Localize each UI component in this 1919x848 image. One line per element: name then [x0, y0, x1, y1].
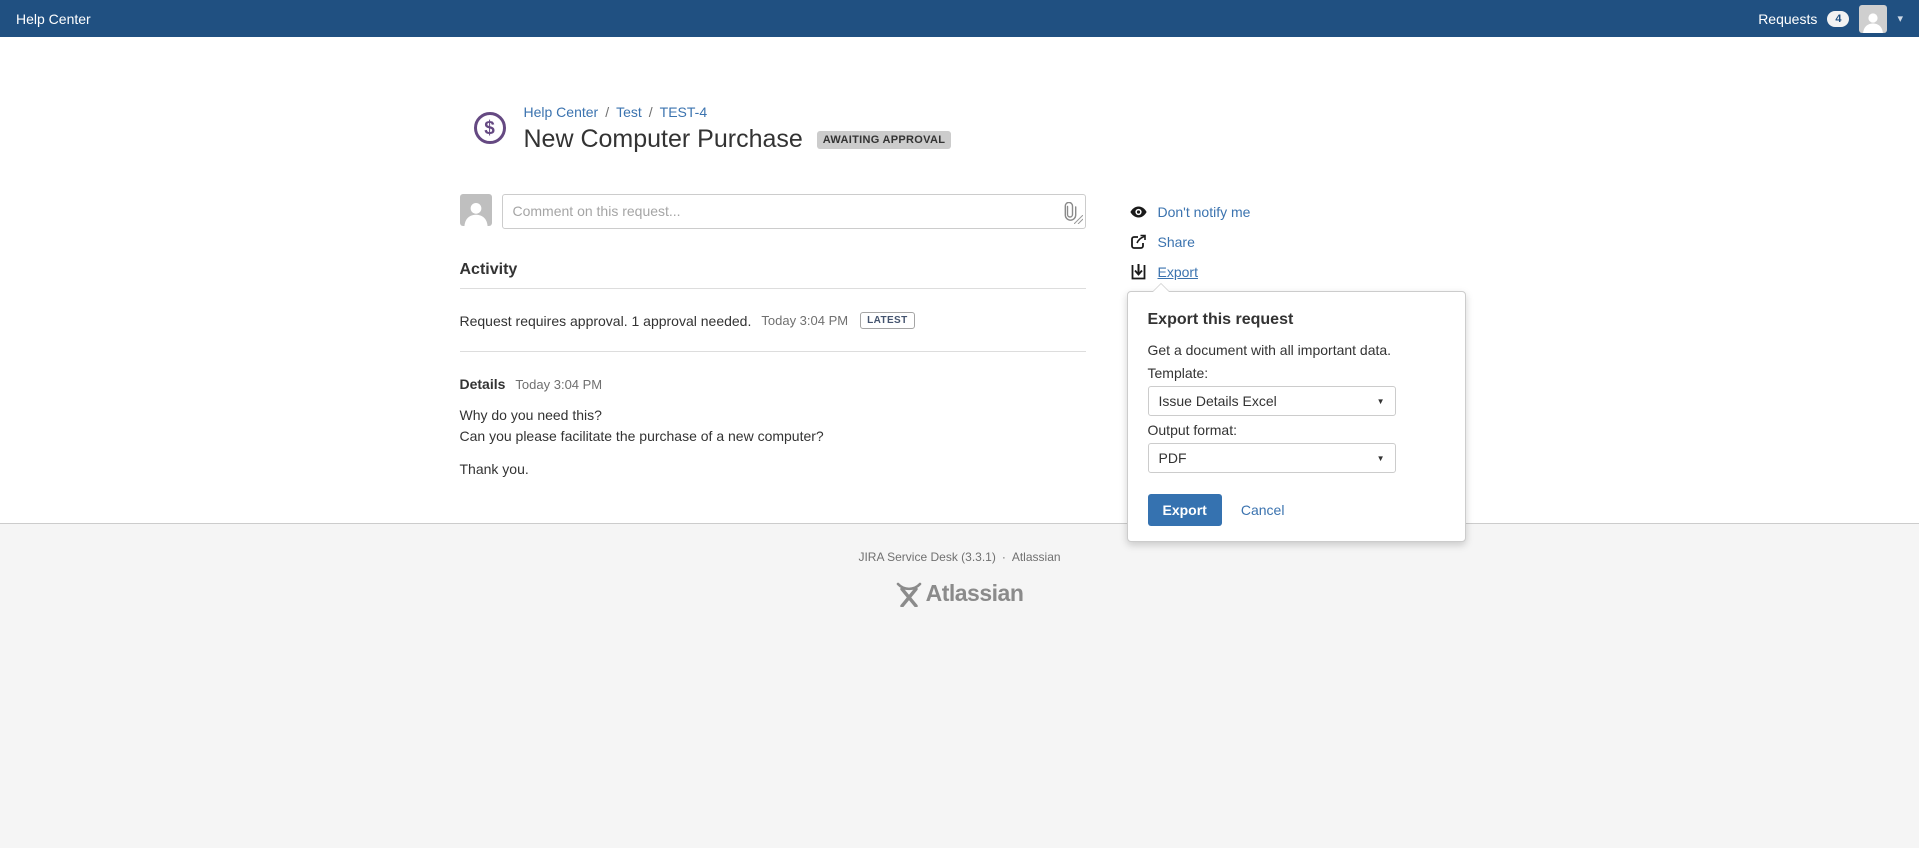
export-dialog: Export this request Get a document with … [1127, 291, 1466, 542]
avatar [460, 194, 492, 226]
atlassian-charlotte-icon [896, 581, 922, 607]
export-icon [1130, 264, 1147, 280]
person-icon [462, 200, 490, 226]
details-heading: Details [460, 376, 506, 392]
person-icon [1861, 11, 1885, 33]
eye-icon [1130, 206, 1147, 218]
share-icon [1130, 234, 1147, 250]
main-column: Activity Request requires approval. 1 ap… [460, 194, 1086, 480]
page-footer: JIRA Service Desk (3.3.1)·Atlassian Atla… [0, 523, 1919, 848]
details-timestamp: Today 3:04 PM [515, 377, 602, 392]
activity-event-row: Request requires approval. 1 approval ne… [460, 312, 1086, 329]
latest-badge: LATEST [860, 312, 915, 329]
request-type-dollar-icon: $ [474, 112, 506, 144]
request-actions-sidebar: Don't notify me Share [1130, 194, 1460, 480]
export-dialog-description: Get a document with all important data. [1148, 342, 1445, 358]
page-title: New Computer Purchase [524, 125, 803, 154]
approval-event-text: Request requires approval. 1 approval ne… [460, 313, 752, 329]
footer-atlassian-link[interactable]: Atlassian [1012, 550, 1061, 564]
footer-separator: · [996, 550, 1012, 564]
help-center-link[interactable]: Help Center [16, 11, 91, 27]
export-dialog-title: Export this request [1148, 311, 1445, 329]
footer-text: JIRA Service Desk (3.3.1)·Atlassian [0, 550, 1919, 564]
sidebar-item-share[interactable]: Share [1130, 232, 1460, 252]
sidebar-item-dont-notify[interactable]: Don't notify me [1130, 202, 1460, 222]
export-button[interactable]: Export [1148, 494, 1222, 526]
share-link[interactable]: Share [1158, 234, 1195, 250]
details-line: Can you please facilitate the purchase o… [460, 426, 1086, 447]
atlassian-logo-wordmark: Atlassian [926, 580, 1024, 607]
section-divider [460, 351, 1086, 352]
comment-input[interactable] [502, 194, 1086, 229]
breadcrumb-test[interactable]: Test [616, 104, 642, 120]
sidebar-item-export[interactable]: Export [1130, 262, 1460, 282]
activity-heading: Activity [460, 261, 1086, 289]
details-line: Why do you need this? [460, 405, 1086, 426]
output-format-select-value: PDF [1159, 450, 1187, 466]
requests-link[interactable]: Requests [1758, 11, 1817, 27]
user-avatar-menu[interactable] [1859, 5, 1887, 33]
status-badge: AWAITING APPROVAL [817, 131, 951, 149]
page-content: $ Help Center/Test/TEST-4 New Computer P… [460, 37, 1460, 523]
breadcrumb-separator: / [598, 104, 616, 120]
select-caret-icon: ▼ [1377, 454, 1385, 463]
top-navbar: Help Center Requests 4 ▾ [0, 0, 1919, 37]
event-timestamp: Today 3:04 PM [761, 313, 848, 328]
output-format-label: Output format: [1148, 422, 1445, 438]
output-format-select[interactable]: PDF ▼ [1148, 443, 1396, 473]
details-line: Thank you. [460, 459, 1086, 480]
breadcrumb-help-center[interactable]: Help Center [524, 104, 599, 120]
dont-notify-me-link[interactable]: Don't notify me [1158, 204, 1251, 220]
request-header: $ Help Center/Test/TEST-4 New Computer P… [460, 104, 1460, 154]
breadcrumb: Help Center/Test/TEST-4 [524, 104, 952, 120]
requests-count-badge[interactable]: 4 [1827, 11, 1849, 27]
export-link[interactable]: Export [1158, 264, 1198, 280]
template-select-value: Issue Details Excel [1159, 393, 1277, 409]
template-label: Template: [1148, 365, 1445, 381]
chevron-down-icon[interactable]: ▾ [1897, 12, 1903, 25]
footer-product-version: JIRA Service Desk (3.3.1) [858, 550, 995, 564]
select-caret-icon: ▼ [1377, 397, 1385, 406]
details-body: Why do you need this? Can you please fac… [460, 405, 1086, 480]
cancel-button[interactable]: Cancel [1241, 502, 1285, 518]
breadcrumb-test-4[interactable]: TEST-4 [660, 104, 707, 120]
breadcrumb-separator: / [642, 104, 660, 120]
resize-grip[interactable] [1074, 211, 1083, 229]
template-select[interactable]: Issue Details Excel ▼ [1148, 386, 1396, 416]
atlassian-logo[interactable]: Atlassian [0, 580, 1919, 607]
navbar-right: Requests 4 ▾ [1758, 5, 1903, 33]
